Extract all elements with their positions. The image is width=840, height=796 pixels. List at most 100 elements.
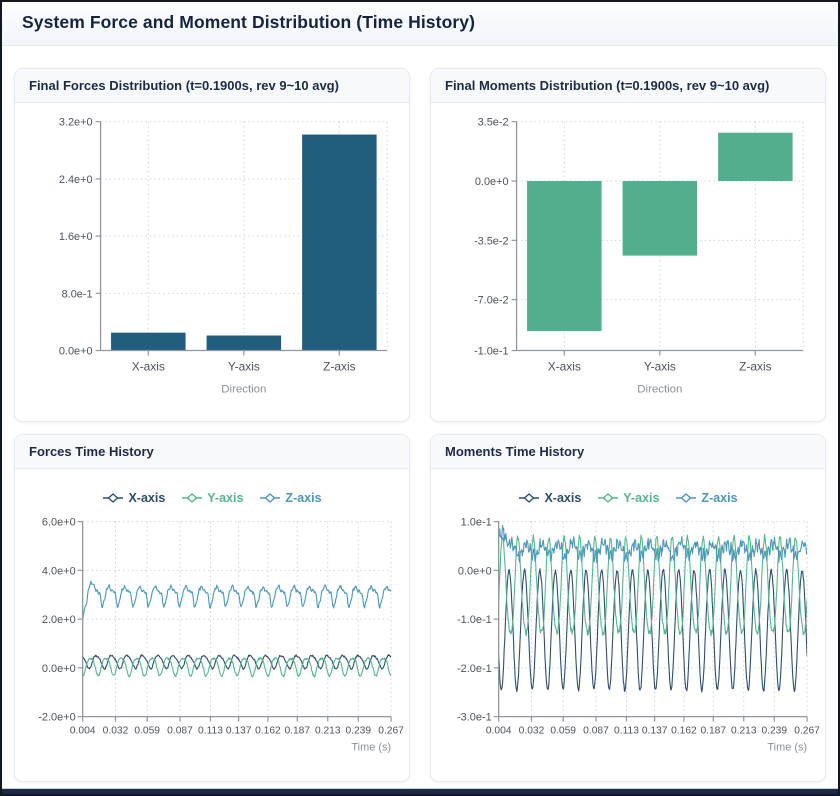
svg-text:-3.0e-1: -3.0e-1	[457, 712, 492, 724]
svg-text:0.004: 0.004	[486, 726, 512, 737]
svg-text:-2.0e+0: -2.0e+0	[38, 712, 75, 724]
svg-text:X-axis: X-axis	[132, 359, 165, 373]
legend-marker-icon	[181, 492, 203, 504]
series-z-axis	[83, 581, 391, 619]
svg-text:Z-axis: Z-axis	[739, 359, 771, 373]
svg-text:8.0e-1: 8.0e-1	[62, 288, 93, 300]
chart-legend: X-axis Y-axis Z-axis	[102, 489, 321, 507]
svg-text:-2.0e-1: -2.0e-1	[457, 663, 492, 675]
legend-item-x-axis[interactable]: X-axis	[102, 491, 165, 505]
legend-marker-icon	[102, 492, 124, 504]
legend-label: Z-axis	[285, 491, 321, 505]
svg-text:-3.5e-2: -3.5e-2	[474, 235, 509, 247]
svg-text:1.0e-1: 1.0e-1	[461, 517, 492, 529]
legend-item-y-axis[interactable]: Y-axis	[597, 491, 659, 505]
svg-text:0.137: 0.137	[226, 726, 252, 737]
card-final-forces-distribution: Final Forces Distribution (t=0.1900s, re…	[14, 68, 410, 422]
svg-text:Z-axis: Z-axis	[323, 359, 355, 373]
bar-x-axis	[527, 181, 602, 331]
svg-text:0.213: 0.213	[315, 726, 341, 737]
svg-text:0.0e+0: 0.0e+0	[458, 565, 492, 577]
card-header: Final Moments Distribution (t=0.1900s, r…	[431, 69, 825, 103]
app-window: System Force and Moment Distribution (Ti…	[0, 0, 840, 796]
svg-text:0.239: 0.239	[761, 726, 787, 737]
svg-text:3.2e+0: 3.2e+0	[59, 117, 93, 129]
legend-marker-icon	[259, 492, 281, 504]
svg-text:0.0e+0: 0.0e+0	[42, 663, 76, 675]
svg-text:0.004: 0.004	[70, 726, 96, 737]
legend-label: Z-axis	[701, 491, 737, 505]
legend-marker-icon	[518, 492, 540, 504]
svg-text:0.0e+0: 0.0e+0	[59, 346, 93, 358]
svg-text:1.6e+0: 1.6e+0	[59, 231, 93, 243]
card-final-moments-distribution: Final Moments Distribution (t=0.1900s, r…	[430, 68, 826, 422]
chart-area: X-axis Y-axis Z-axis 1.0e-1 0.0e+0 -1.0e-1 -2…	[431, 469, 825, 781]
svg-text:0.032: 0.032	[103, 726, 129, 737]
moments-line-chart: 1.0e-1 0.0e+0 -1.0e-1 -2.0e-1 -3.0e-1 0.004 0.…	[431, 509, 825, 771]
charts-grid: Final Forces Distribution (t=0.1900s, re…	[2, 46, 838, 788]
card-header: Moments Time History	[431, 435, 825, 469]
legend-item-y-axis[interactable]: Y-axis	[181, 491, 243, 505]
svg-text:0.137: 0.137	[642, 726, 668, 737]
forces-bar-chart: 3.2e+0 2.4e+0 1.6e+0 8.0e-1 0.0e+0 X-axis Y-ax…	[15, 107, 409, 407]
svg-text:Direction: Direction	[637, 383, 682, 395]
legend-item-x-axis[interactable]: X-axis	[518, 491, 581, 505]
card-title: Moments Time History	[445, 444, 811, 459]
bar-x-axis	[111, 333, 186, 351]
series-x-axis	[83, 655, 391, 670]
svg-text:6.0e+0: 6.0e+0	[42, 517, 76, 529]
svg-text:3.5e-2: 3.5e-2	[478, 117, 509, 129]
svg-text:0.239: 0.239	[345, 726, 371, 737]
card-header: Final Forces Distribution (t=0.1900s, re…	[15, 69, 409, 103]
bar-z-axis	[302, 135, 377, 351]
card-moments-time-history: Moments Time History X-axis Y-axis Z-axis …	[430, 434, 826, 782]
legend-label: X-axis	[128, 491, 165, 505]
svg-text:X-axis: X-axis	[548, 359, 581, 373]
chart-area: 3.2e+0 2.4e+0 1.6e+0 8.0e-1 0.0e+0 X-axis Y-ax…	[15, 103, 409, 421]
svg-text:0.213: 0.213	[731, 726, 757, 737]
chart-legend: X-axis Y-axis Z-axis	[518, 489, 737, 507]
bar-y-axis	[207, 336, 282, 351]
svg-text:0.162: 0.162	[671, 726, 697, 737]
svg-text:-1.0e-1: -1.0e-1	[474, 346, 509, 358]
legend-marker-icon	[597, 492, 619, 504]
bottom-bar	[2, 788, 838, 794]
bar-y-axis	[623, 181, 698, 256]
svg-text:0.162: 0.162	[255, 726, 281, 737]
bar-z-axis	[718, 133, 793, 181]
svg-text:0.087: 0.087	[167, 726, 193, 737]
page-header: System Force and Moment Distribution (Ti…	[2, 2, 838, 46]
svg-text:0.059: 0.059	[134, 726, 160, 737]
legend-label: Y-axis	[623, 491, 659, 505]
svg-text:0.187: 0.187	[700, 726, 726, 737]
page-title: System Force and Moment Distribution (Ti…	[22, 12, 818, 33]
svg-text:0.187: 0.187	[284, 726, 310, 737]
svg-text:Y-axis: Y-axis	[228, 359, 260, 373]
legend-item-z-axis[interactable]: Z-axis	[675, 491, 737, 505]
chart-area: 3.5e-2 0.0e+0 -3.5e-2 -7.0e-2 -1.0e-1 X-axis Y…	[431, 103, 825, 421]
svg-text:0.267: 0.267	[794, 726, 820, 737]
svg-text:Time (s): Time (s)	[351, 741, 391, 753]
svg-text:0.059: 0.059	[550, 726, 576, 737]
svg-text:2.4e+0: 2.4e+0	[59, 174, 93, 186]
svg-text:-1.0e-1: -1.0e-1	[457, 614, 492, 626]
card-title: Final Moments Distribution (t=0.1900s, r…	[445, 78, 811, 93]
forces-line-chart: 6.0e+04.0e+02.0e+00.0e+0-2.0e+00.0040.03…	[15, 509, 409, 771]
svg-text:0.267: 0.267	[378, 726, 404, 737]
card-title: Forces Time History	[29, 444, 395, 459]
svg-text:0.113: 0.113	[198, 726, 223, 737]
svg-text:0.032: 0.032	[519, 726, 545, 737]
card-title: Final Forces Distribution (t=0.1900s, re…	[29, 78, 395, 93]
svg-text:-7.0e-2: -7.0e-2	[474, 295, 509, 307]
legend-item-z-axis[interactable]: Z-axis	[259, 491, 321, 505]
svg-text:Time (s): Time (s)	[767, 741, 807, 753]
svg-text:0.0e+0: 0.0e+0	[475, 176, 509, 188]
card-forces-time-history: Forces Time History X-axis Y-axis Z-axis 6…	[14, 434, 410, 782]
legend-marker-icon	[675, 492, 697, 504]
svg-text:0.113: 0.113	[614, 726, 639, 737]
svg-text:4.0e+0: 4.0e+0	[42, 565, 76, 577]
svg-text:Y-axis: Y-axis	[644, 359, 676, 373]
svg-text:0.087: 0.087	[583, 726, 609, 737]
legend-label: X-axis	[544, 491, 581, 505]
chart-area: X-axisY-axisZ-axis 6.0e+04.0e+02.0e+00.0…	[15, 469, 409, 781]
